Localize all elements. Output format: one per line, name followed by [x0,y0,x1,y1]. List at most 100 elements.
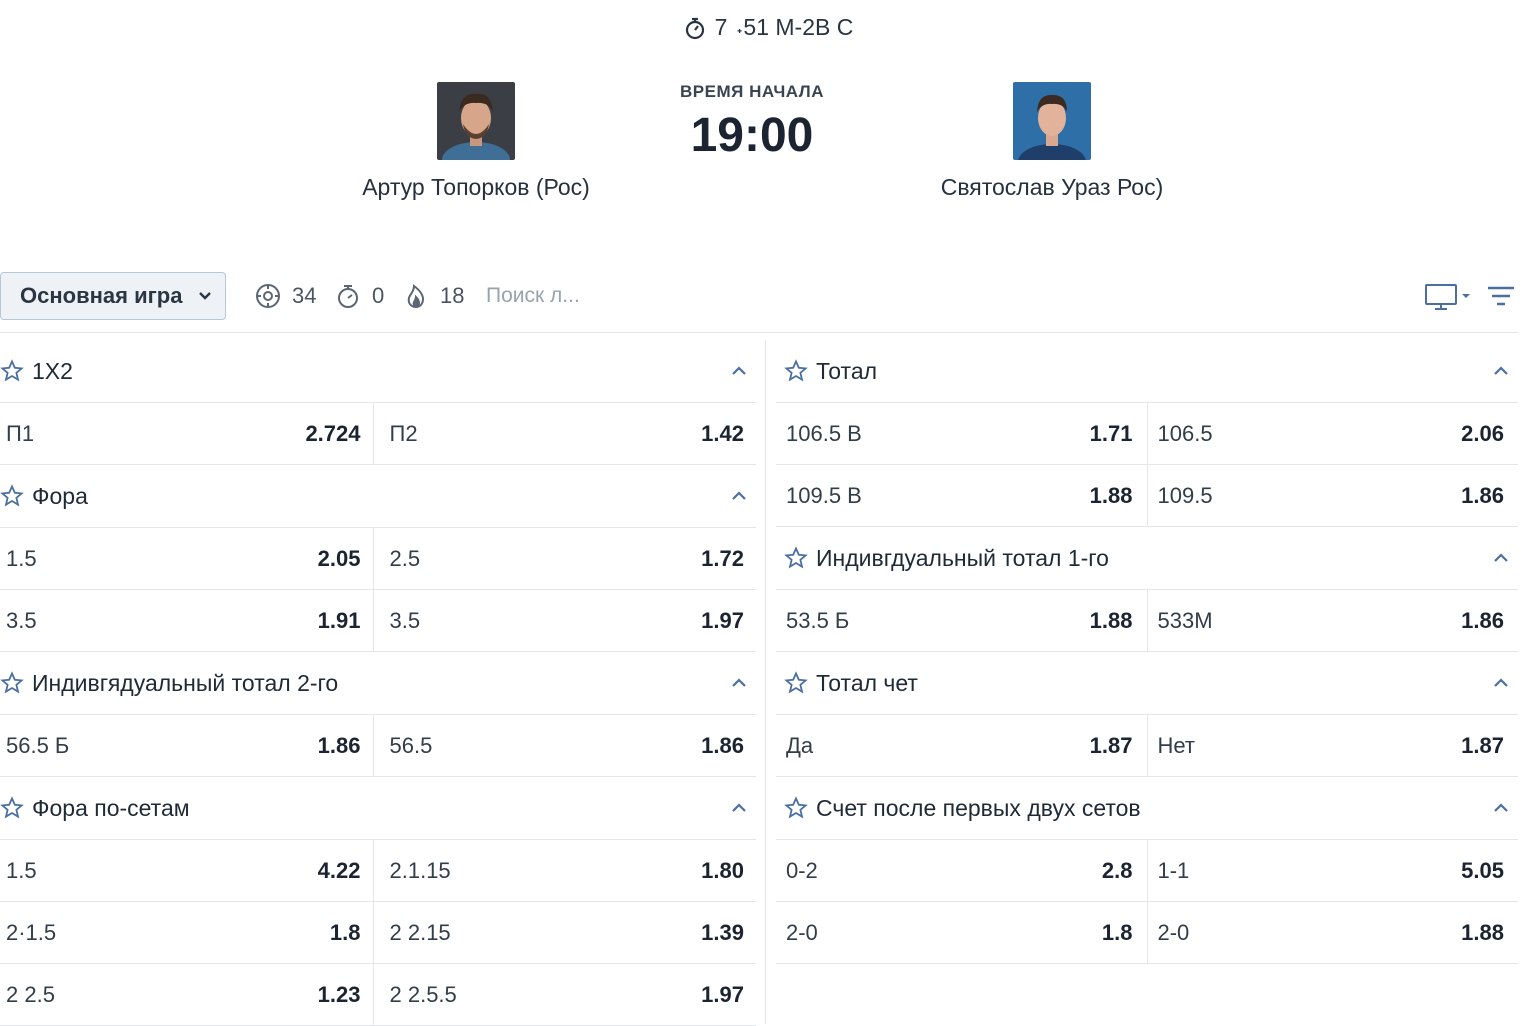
star-icon[interactable] [784,796,808,820]
odds-button[interactable]: 2 2.5.5 1.97 [372,964,757,1025]
markets-count: 34 [292,283,317,308]
monitor-icon[interactable] [1424,282,1472,312]
odds-button[interactable]: 106.5 2.06 [1146,403,1519,464]
market-header[interactable]: 1X2 [0,340,756,403]
chevron-up-icon[interactable] [730,799,748,817]
odds-value: 1.23 [317,981,361,1007]
special-counter[interactable]: 0 [334,282,384,310]
odds-value: 2.06 [1461,420,1504,446]
market-title: Фора по-сетам [32,794,190,821]
odds-row: 0-2 2.8 1-1 5.05 [776,840,1518,902]
star-icon[interactable] [784,671,808,695]
chevron-up-icon[interactable] [730,487,748,505]
chevron-up-icon[interactable] [730,362,748,380]
odds-button[interactable]: 109.5 В 1.88 [776,465,1147,526]
star-icon[interactable] [0,359,24,383]
search-input[interactable]: Поиск л... [486,284,580,308]
odds-button[interactable]: 2-0 1.8 [776,902,1147,963]
dropdown-label: Основная игра [20,283,183,308]
odds-value: 1.86 [317,732,361,758]
odds-button[interactable]: 56.5 Б 1.86 [0,715,373,776]
odds-button[interactable]: П2 1.42 [372,403,757,464]
outcome-label: 109.5 В [786,482,862,508]
odds-button[interactable]: 1.5 2.05 [0,528,373,589]
star-icon[interactable] [784,546,808,570]
odds-value: 1.8 [329,919,361,945]
gear-badge-icon [256,284,280,308]
odds-button[interactable]: 2·1.5 1.8 [0,902,373,963]
outcome-label: 2 2.5 [6,981,55,1007]
odds-button[interactable]: 109.5 1.86 [1146,465,1519,526]
odds-value: 4.22 [317,857,361,883]
star-icon[interactable] [0,484,24,508]
chevron-up-icon[interactable] [730,674,748,692]
market-header[interactable]: Фора по-сетам [0,777,756,840]
chevron-up-icon[interactable] [1492,799,1510,817]
market-title: Счет после первых двух сетов [816,794,1141,821]
odds-value: 1.97 [701,607,744,633]
odds-button[interactable]: 106.5 В 1.71 [776,403,1147,464]
odds-value: 1.8 [1101,919,1133,945]
market-header[interactable]: Тотал [776,340,1518,403]
odds-button[interactable]: П1 2.724 [0,403,373,464]
bets-count: 18 [440,283,465,308]
odds-row: 3.5 1.91 3.5 1.97 [0,590,756,652]
odds-row: П1 2.724 П2 1.42 [0,403,756,465]
player-2-name: Святослав Ураз Рос) [940,174,1164,200]
market-title: Тотал чет [816,669,918,696]
star-icon[interactable] [0,796,24,820]
odds-value: 1.39 [701,919,744,945]
game-type-dropdown[interactable]: Основная игра [0,272,226,320]
player-2: Святослав Ураз Рос) [876,82,1228,201]
market-title: Индивгядуальный тотал 2-го [32,669,339,696]
odds-value: 2.724 [305,420,361,446]
odds-row: 53.5 Б 1.88 533M 1.86 [776,590,1518,652]
star-icon[interactable] [784,359,808,383]
odds-button[interactable]: 2.1.15 1.80 [372,840,757,901]
chevron-up-icon[interactable] [1492,674,1510,692]
odds-row: 106.5 В 1.71 106.5 2.06 [776,403,1518,465]
odds-row: 2-0 1.8 2-0 1.88 [776,902,1518,964]
filter-icon[interactable] [1486,282,1516,312]
odds-value: 1.86 [1461,482,1504,508]
player-1-photo [437,82,515,160]
odds-value: 1.71 [1089,420,1133,446]
odds-value: 1.80 [701,857,744,883]
odds-button[interactable]: 1.5 4.22 [0,840,373,901]
outcome-label: 2·1.5 [6,919,57,945]
odds-button[interactable]: 2.5 1.72 [372,528,757,589]
odds-row: 2·1.5 1.8 2 2.15 1.39 [0,902,756,964]
odds-button[interactable]: 3.5 1.91 [0,590,373,651]
odds-row: 1.5 2.05 2.5 1.72 [0,528,756,590]
odds-button[interactable]: 53.5 Б 1.88 [776,590,1147,651]
odds-button[interactable]: 2 2.5 1.23 [0,964,373,1025]
odds-button[interactable]: 3.5 1.97 [372,590,757,651]
star-icon[interactable] [0,671,24,695]
chevron-up-icon[interactable] [1492,549,1510,567]
odds-button[interactable]: Да 1.87 [776,715,1147,776]
outcome-label: 1.5 [6,545,37,571]
chevron-down-icon [199,292,211,300]
market-title: 1X2 [32,357,73,384]
odds-button[interactable]: 533M 1.86 [1146,590,1519,651]
markets-counter[interactable]: 34 [254,282,316,310]
odds-button[interactable]: 1-1 5.05 [1146,840,1519,901]
bets-counter[interactable]: 18 [402,282,464,310]
odds-value: 2.8 [1101,857,1133,883]
odds-button[interactable]: Нет 1.87 [1146,715,1519,776]
market-header[interactable]: Фора [0,465,756,528]
odds-value: 1.87 [1461,732,1504,758]
odds-value: 1.87 [1089,732,1133,758]
market-header[interactable]: Индивгядуальный тотал 2-го [0,652,756,715]
odds-button[interactable]: 56.5 1.86 [372,715,757,776]
outcome-label: 109.5 [1157,482,1213,508]
timer-text: 7 ˖51 M-2B C [714,14,854,40]
market-header[interactable]: Тотал чет [776,652,1518,715]
market-header[interactable]: Индивгдуальный тотал 1-го [776,527,1518,590]
odds-button[interactable]: 0-2 2.8 [776,840,1147,901]
chevron-up-icon[interactable] [1492,362,1510,380]
odds-button[interactable]: 2 2.15 1.39 [372,902,757,963]
market-header[interactable]: Счет после первых двух сетов [776,777,1518,840]
match-timer: 7 ˖51 M-2B C [0,14,1536,41]
odds-button[interactable]: 2-0 1.88 [1146,902,1519,963]
